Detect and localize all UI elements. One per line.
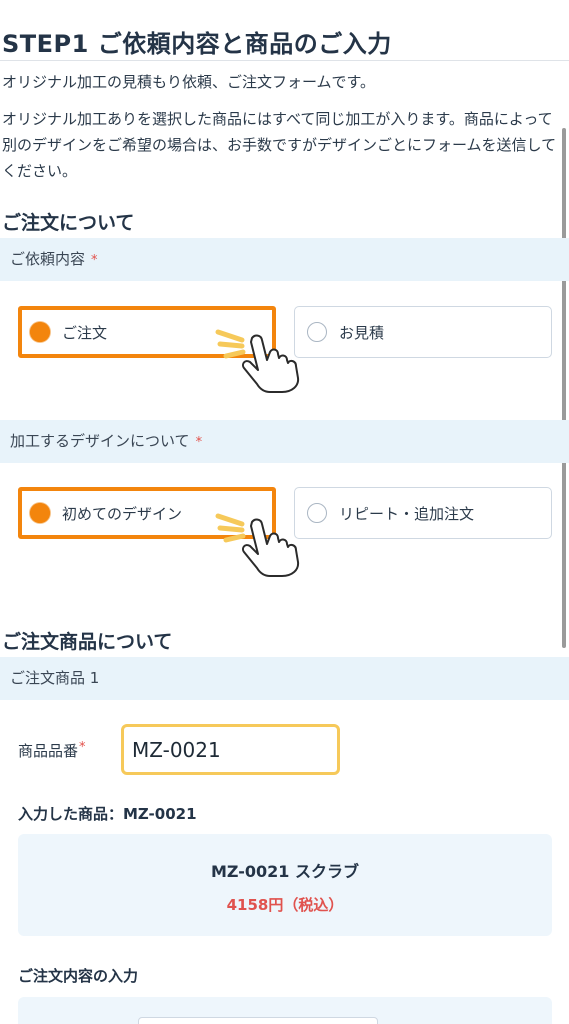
design-type-label: 加工するデザインについて (10, 432, 190, 450)
product-code-label-row: 商品品番* (18, 740, 86, 761)
radio-estimate[interactable]: お見積 (294, 306, 552, 358)
page-title: STEP1 ご依頼内容と商品のご入力 (2, 30, 392, 58)
intro-text-1: オリジナル加工の見積もり依頼、ご注文フォームです。 (2, 73, 376, 91)
radio-estimate-label: お見積 (339, 323, 385, 342)
order-input-field[interactable] (138, 1017, 378, 1024)
pointing-hand-icon (215, 329, 300, 393)
product-card: MZ-0021 スクラブ 4158円（税込） (18, 834, 552, 936)
required-mark: * (79, 740, 86, 755)
product-price: 4158円（税込） (226, 896, 344, 914)
intro-text-2: オリジナル加工ありを選択した商品にはすべて同じ加工が入ります。商品によって別のデ… (2, 110, 557, 180)
required-mark: * (195, 435, 203, 450)
product-item-band: ご注文商品 1 (0, 657, 569, 700)
product-code-input[interactable] (121, 724, 340, 775)
radio-repeat-order[interactable]: リピート・追加注文 (294, 487, 552, 539)
radio-new-design-label: 初めてのデザイン (62, 504, 183, 523)
order-input-card (18, 997, 552, 1024)
product-code-label: 商品品番 (18, 742, 79, 760)
design-type-label-band: 加工するデザインについて * (0, 420, 569, 463)
request-type-label: ご依頼内容 (10, 250, 86, 268)
radio-selected-icon (30, 322, 50, 342)
radio-selected-icon (30, 503, 50, 523)
product-section-heading: ご注文商品について (2, 631, 173, 653)
radio-order-label: ご注文 (62, 323, 108, 342)
product-name: MZ-0021 スクラブ (211, 862, 359, 881)
scrollbar[interactable] (562, 128, 566, 648)
pointing-hand-icon (215, 513, 300, 577)
required-mark: * (91, 253, 98, 268)
entered-product-label: 入力した商品：MZ-0021 (18, 805, 197, 823)
order-input-heading: ご注文内容の入力 (18, 967, 139, 985)
product-item-label: ご注文商品 1 (10, 669, 100, 687)
title-divider (0, 60, 569, 61)
order-section-heading: ご注文について (2, 212, 135, 234)
radio-repeat-order-label: リピート・追加注文 (339, 504, 475, 523)
request-type-label-band: ご依頼内容 * (0, 238, 569, 281)
